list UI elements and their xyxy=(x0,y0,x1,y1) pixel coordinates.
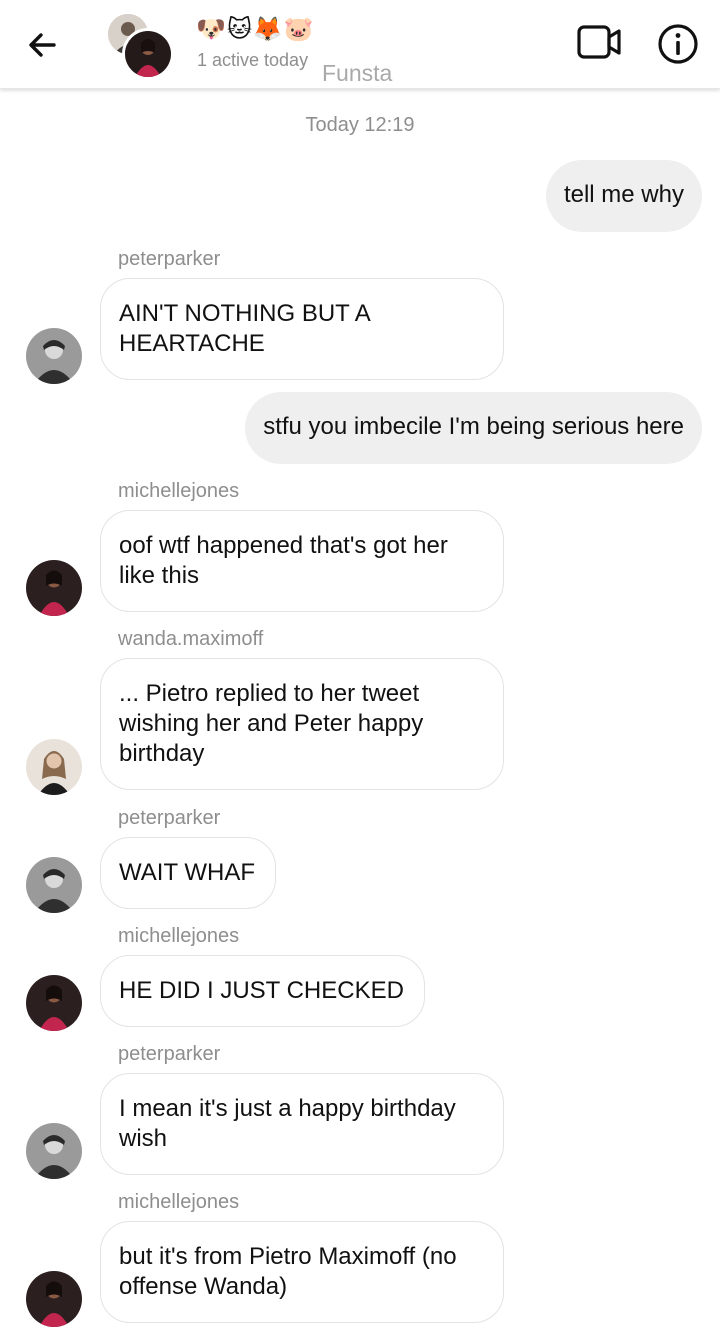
incoming-message[interactable]: HE DID I JUST CHECKED xyxy=(100,955,425,1027)
group-avatar[interactable] xyxy=(108,14,174,80)
sender-name: peterparker xyxy=(118,1043,221,1065)
incoming-message[interactable]: but it's from Pietro Maximoff (no offens… xyxy=(100,1221,504,1323)
sender-name: michellejones xyxy=(118,1191,240,1213)
incoming-message[interactable]: I mean it's just a happy birthday wish xyxy=(100,1073,504,1175)
avatar-peterparker[interactable] xyxy=(26,1123,82,1179)
avatar-peterparker[interactable] xyxy=(26,328,82,384)
video-call-icon xyxy=(577,25,621,59)
sender-name: peterparker xyxy=(118,248,221,270)
incoming-message[interactable]: ... Pietro replied to her tweet wishing … xyxy=(100,658,504,790)
sender-name: wanda.maximoff xyxy=(118,628,264,650)
avatar-michellejones[interactable] xyxy=(26,560,82,616)
back-arrow-icon xyxy=(29,33,56,57)
outgoing-message[interactable]: stfu you imbecile I'm being serious here xyxy=(245,392,702,464)
outgoing-message[interactable]: tell me why xyxy=(545,160,702,232)
sender-name: michellejones xyxy=(118,480,240,502)
active-status: 1 active today xyxy=(197,50,309,70)
incoming-message[interactable]: AIN'T NOTHING BUT A HEARTACHE xyxy=(100,278,504,380)
sender-name: peterparker xyxy=(118,807,221,829)
incoming-message[interactable]: WAIT WHAF xyxy=(100,837,276,909)
chat-name: Funsta xyxy=(322,60,393,86)
info-button[interactable] xyxy=(656,22,700,66)
video-call-button[interactable] xyxy=(576,22,624,62)
info-icon xyxy=(658,24,698,64)
group-member-avatar-2 xyxy=(122,28,174,80)
incoming-message[interactable]: oof wtf happened that's got her like thi… xyxy=(100,510,504,612)
message-timestamp: Today 12:19 xyxy=(305,114,415,136)
avatar-wanda-maximoff[interactable] xyxy=(26,739,82,795)
chat-header: 🐶🐱🦊🐷 1 active today Funsta xyxy=(0,0,720,89)
back-button[interactable] xyxy=(22,24,64,66)
group-title[interactable]: 🐶🐱🦊🐷 xyxy=(196,16,315,44)
avatar-michellejones[interactable] xyxy=(26,1271,82,1327)
avatar-peterparker[interactable] xyxy=(26,857,82,913)
sender-name: michellejones xyxy=(118,925,240,947)
avatar-michellejones[interactable] xyxy=(26,975,82,1031)
